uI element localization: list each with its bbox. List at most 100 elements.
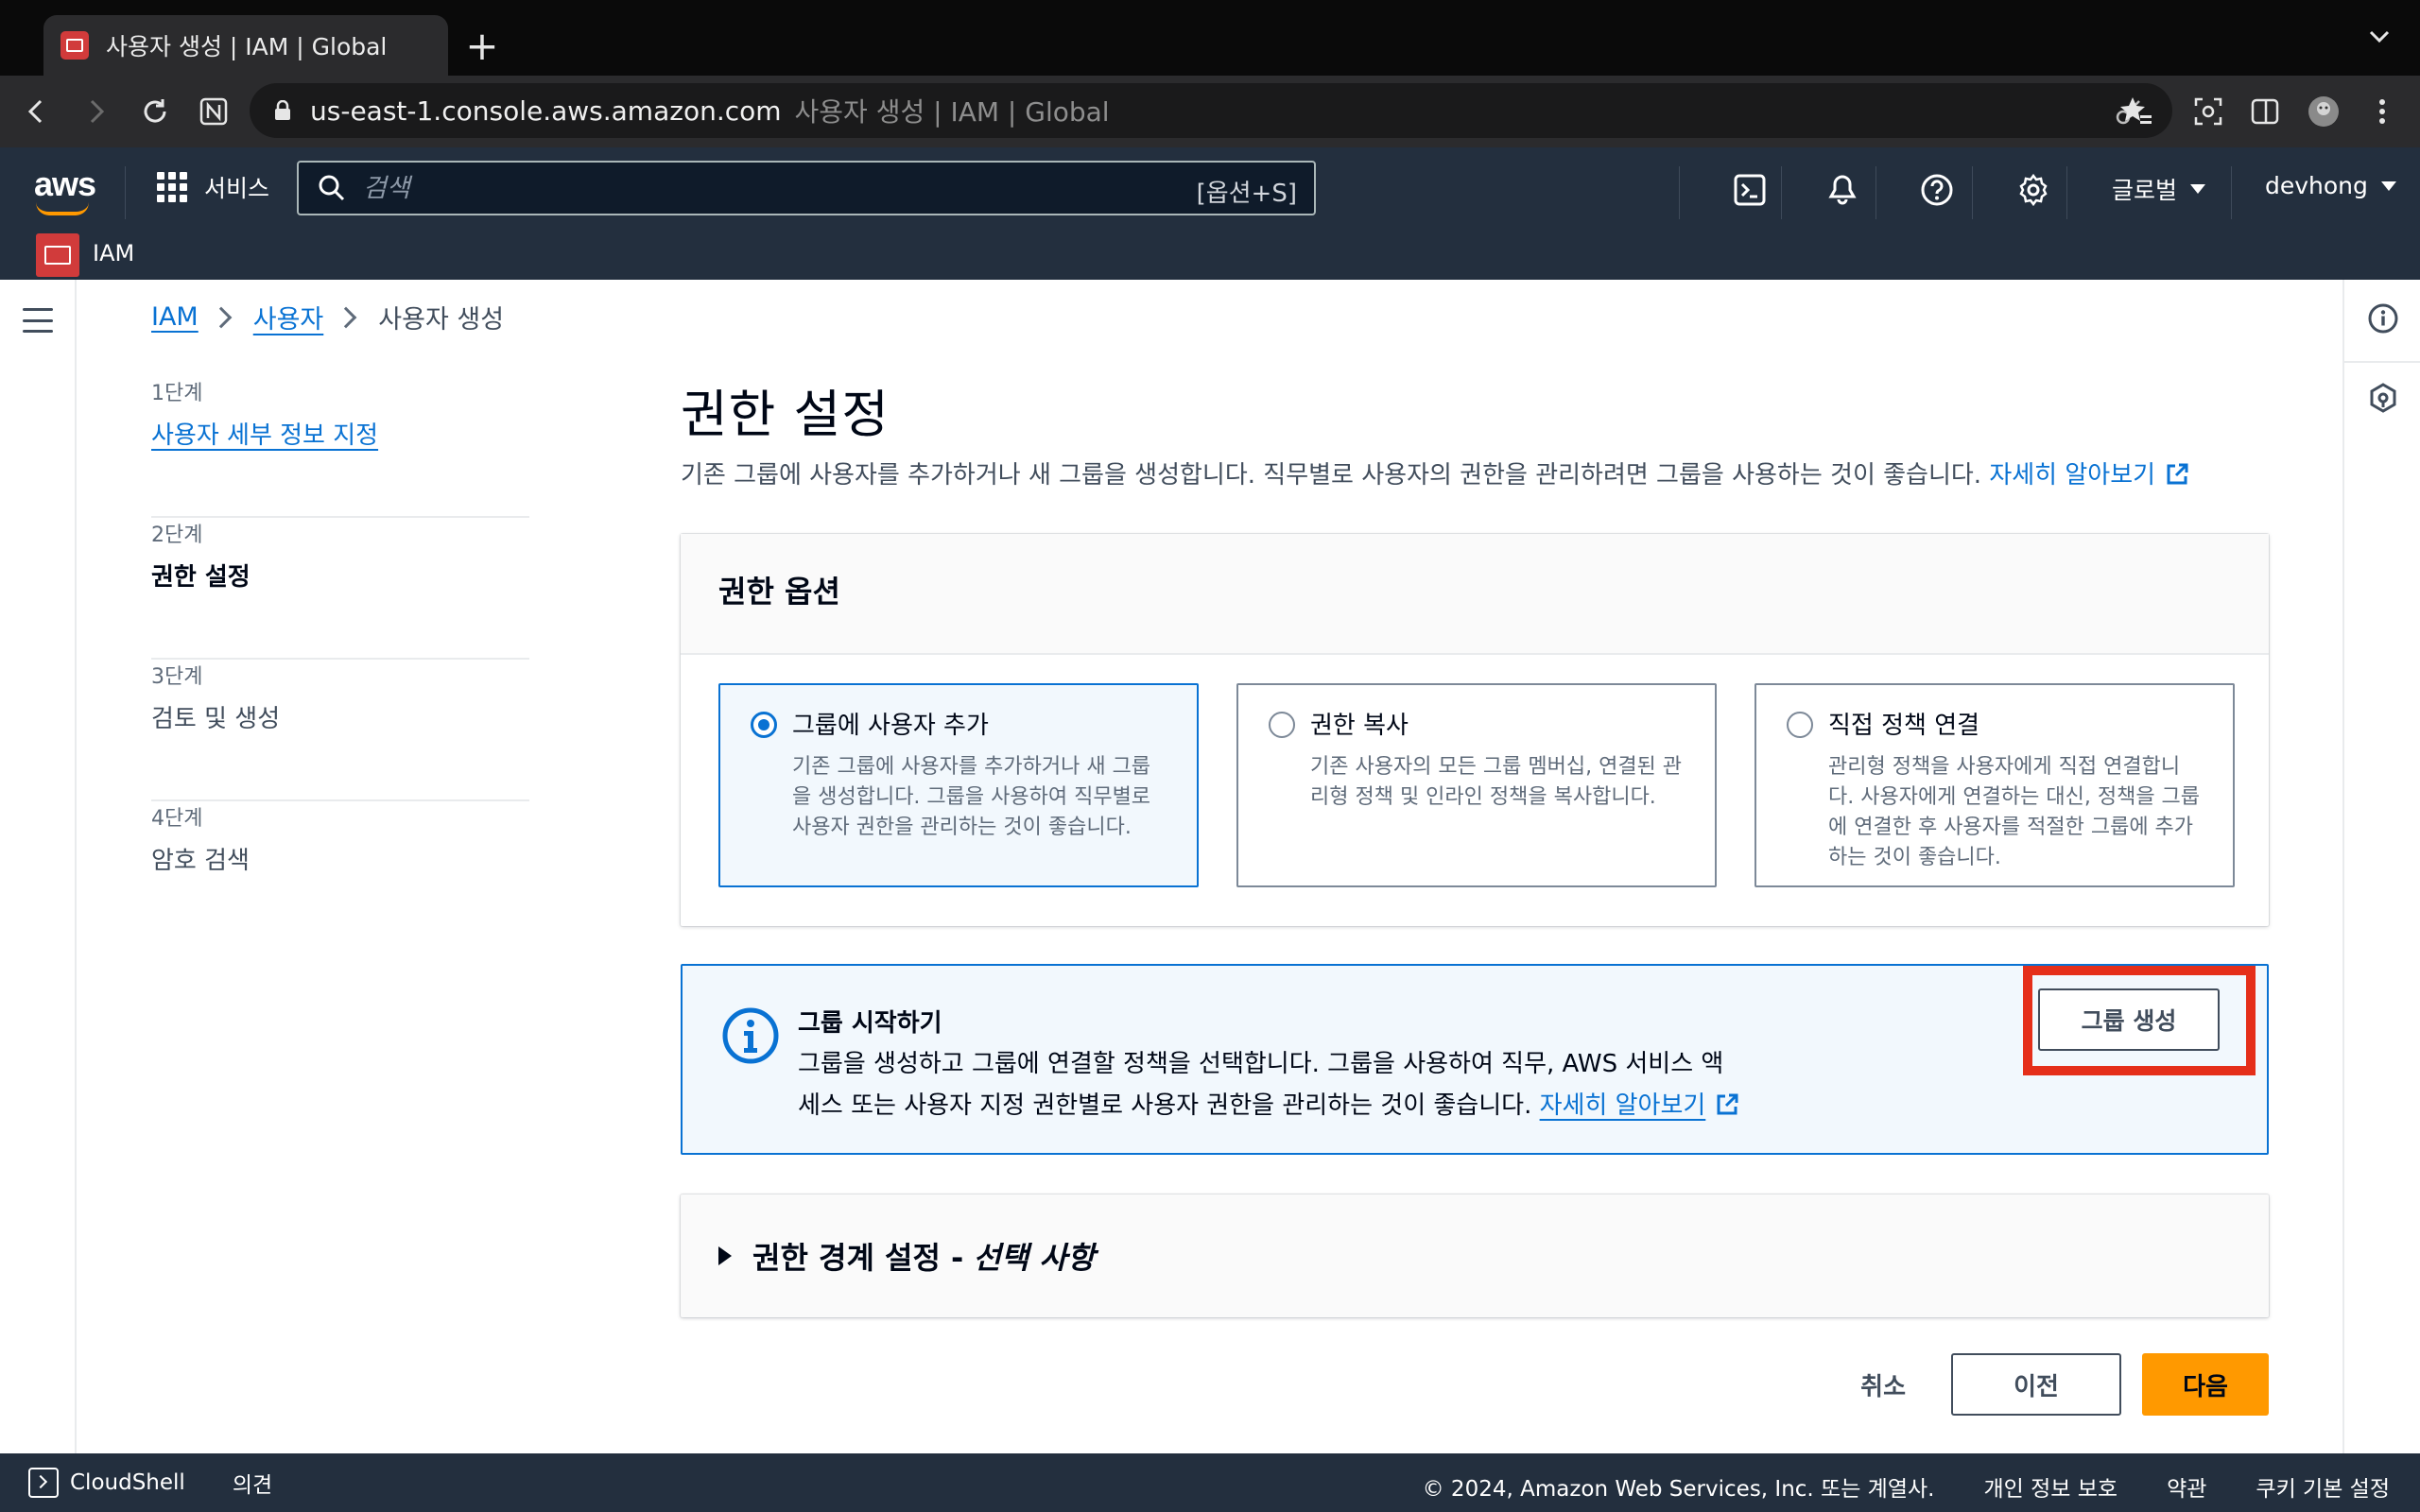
profile-avatar-icon[interactable] <box>2305 93 2342 130</box>
page-description: 기존 그룹에 사용자를 추가하거나 새 그룹을 생성합니다. 직무별로 사용자의… <box>681 455 2189 490</box>
console-footer: CloudShell 의견 © 2024, Amazon Web Service… <box>0 1453 2420 1512</box>
nav-divider <box>2066 166 2067 219</box>
breadcrumb-iam[interactable]: IAM <box>151 302 199 332</box>
radio-unselected[interactable] <box>1787 712 1813 738</box>
iam-service-icon[interactable] <box>36 233 79 277</box>
copyright-text: © 2024, Amazon Web Services, Inc. 또는 계열사… <box>1422 1477 1935 1502</box>
services-label: 서비스 <box>204 175 270 202</box>
right-tools-rail <box>2342 280 2420 1453</box>
alert-learn-more-label: 자세히 알아보기 <box>1539 1091 1706 1120</box>
search-shortcut-hint: [옵션+S] <box>1196 180 1297 208</box>
feedback-link[interactable]: 의견 <box>233 1467 272 1499</box>
iam-service-shortcut[interactable]: IAM <box>93 240 134 266</box>
console-search-box[interactable]: [옵션+S] <box>297 161 1316 215</box>
step-1: 1단계 사용자 세부 정보 지정 <box>151 376 529 518</box>
new-tab-button[interactable]: + <box>463 23 501 70</box>
step-number: 1단계 <box>151 382 203 405</box>
permissions-boundary-expander[interactable]: 권한 경계 설정 - 선택 사항 <box>681 1194 2269 1317</box>
url-text: us-east-1.console.aws.amazon.com <box>310 94 782 127</box>
info-panel-icon[interactable] <box>2367 302 2399 335</box>
search-input[interactable] <box>363 173 1176 203</box>
panel-header: 권한 옵션 <box>681 534 2269 655</box>
create-group-button[interactable]: 그룹 생성 <box>2038 988 2220 1051</box>
page-title: 권한 설정 <box>681 385 890 444</box>
back-icon[interactable] <box>17 93 55 130</box>
account-menu[interactable]: devhong <box>2265 172 2396 199</box>
caret-down-icon <box>2380 180 2396 191</box>
browser-tab-bar: 사용자 생성 | IAM | Global + <box>0 0 2420 76</box>
step-retrieve-password: 암호 검색 <box>151 847 250 875</box>
caret-right-icon <box>718 1246 732 1265</box>
option-attach-policies-directly[interactable]: 직접 정책 연결 관리형 정책을 사용자에게 직접 연결합니다. 사용자에게 연… <box>1754 683 2235 887</box>
nav-divider <box>1679 166 1680 219</box>
forward-icon[interactable] <box>78 93 115 130</box>
services-grid-icon <box>157 172 187 202</box>
bookmark-star-icon[interactable] <box>2118 93 2155 130</box>
cookie-preferences-link[interactable]: 쿠키 기본 설정 <box>2256 1470 2390 1503</box>
option-copy-permissions[interactable]: 권한 복사 기존 사용자의 모든 그룹 멤버십, 연결된 관리형 정책 및 인라… <box>1236 683 1717 887</box>
lock-icon <box>274 99 291 121</box>
chevron-right-icon <box>210 306 233 328</box>
menu-hamburger-icon[interactable] <box>23 308 53 333</box>
option-add-to-group[interactable]: 그룹에 사용자 추가 기존 그룹에 사용자를 추가하거나 새 그룹을 생성합니다… <box>718 683 1199 887</box>
step-2: 2단계 권한 설정 <box>151 518 529 660</box>
cancel-button[interactable]: 취소 <box>1860 1367 1906 1402</box>
wizard-actions: 취소 이전 다음 <box>1860 1353 2269 1416</box>
nav-divider <box>2231 166 2232 219</box>
previous-button[interactable]: 이전 <box>1951 1353 2121 1416</box>
breadcrumb-current: 사용자 생성 <box>378 305 505 335</box>
chevron-right-icon <box>335 306 357 328</box>
help-icon[interactable] <box>1915 168 1959 212</box>
aws-smile-icon <box>36 202 89 215</box>
privacy-link[interactable]: 개인 정보 보호 <box>1983 1470 2118 1503</box>
step-4: 4단계 암호 검색 <box>151 801 529 943</box>
radio-selected[interactable] <box>751 712 777 738</box>
alert-learn-more-link[interactable]: 자세히 알아보기 <box>1540 1091 1706 1120</box>
cloudshell-footer-button[interactable]: CloudShell <box>28 1468 185 1498</box>
screenshot-icon[interactable] <box>2189 93 2227 130</box>
aws-logo[interactable]: aws <box>34 164 96 215</box>
breadcrumb-users[interactable]: 사용자 <box>253 299 324 335</box>
terms-link[interactable]: 약관 <box>2167 1470 2206 1503</box>
account-label: devhong <box>2265 172 2368 199</box>
nav-divider <box>1972 166 1973 219</box>
browser-address-bar: us-east-1.console.aws.amazon.com 사용자 생성 … <box>0 76 2420 147</box>
region-selector[interactable]: 글로벌 <box>2112 172 2206 206</box>
reload-icon[interactable] <box>136 93 174 130</box>
tab-title: 사용자 생성 | IAM | Global <box>106 33 388 60</box>
side-panel-icon[interactable] <box>2246 93 2284 130</box>
step-number: 3단계 <box>151 665 203 689</box>
breadcrumb: IAM 사용자 사용자 생성 <box>151 299 504 335</box>
learn-more-label: 자세히 알아보기 <box>1989 461 2156 490</box>
url-bar[interactable]: us-east-1.console.aws.amazon.com 사용자 생성 … <box>250 83 2172 138</box>
cloudshell-icon[interactable] <box>1728 168 1772 212</box>
radio-unselected[interactable] <box>1269 712 1295 738</box>
settings-gear-icon[interactable] <box>2012 168 2055 212</box>
info-circle-icon <box>722 1007 779 1064</box>
option-description: 기존 사용자의 모든 그룹 멤버십, 연결된 관리형 정책 및 인라인 정책을 … <box>1310 755 1683 809</box>
aws-logo-text: aws <box>34 164 96 203</box>
security-hex-icon[interactable] <box>2367 382 2399 414</box>
step-link-user-details[interactable]: 사용자 세부 정보 지정 <box>151 416 378 451</box>
services-menu-button[interactable]: 서비스 <box>157 170 269 204</box>
rail-divider <box>2344 361 2420 363</box>
option-description: 관리형 정책을 사용자에게 직접 연결합니다. 사용자에게 연결하는 대신, 정… <box>1828 755 2201 869</box>
notion-extension-icon[interactable] <box>195 93 233 130</box>
boundary-optional: 선택 사항 <box>973 1240 1096 1276</box>
panel-heading: 권한 옵션 <box>718 574 840 610</box>
alert-body: 그룹을 생성하고 그룹에 연결할 정책을 선택합니다. 그룹을 사용하여 직무,… <box>798 1043 1743 1126</box>
search-icon <box>319 175 345 201</box>
permission-options-panel: 권한 옵션 그룹에 사용자 추가 기존 그룹에 사용자를 추가하거나 새 그룹을… <box>681 534 2269 926</box>
option-title: 직접 정책 연결 <box>1828 712 1980 740</box>
notifications-bell-icon[interactable] <box>1821 168 1864 212</box>
learn-more-link[interactable]: 자세히 알아보기 <box>1989 461 2189 490</box>
iam-favicon-icon <box>60 31 89 60</box>
next-button[interactable]: 다음 <box>2142 1353 2269 1416</box>
nav-divider <box>125 166 126 219</box>
nav-divider <box>1781 166 1782 219</box>
step-number: 2단계 <box>151 524 203 547</box>
tab-search-icon[interactable] <box>2365 23 2394 51</box>
get-started-groups-alert: 그룹 시작하기 그룹을 생성하고 그룹에 연결할 정책을 선택합니다. 그룹을 … <box>681 964 2269 1155</box>
browser-menu-icon[interactable] <box>2363 93 2401 130</box>
browser-tab-active[interactable]: 사용자 생성 | IAM | Global <box>43 15 448 76</box>
